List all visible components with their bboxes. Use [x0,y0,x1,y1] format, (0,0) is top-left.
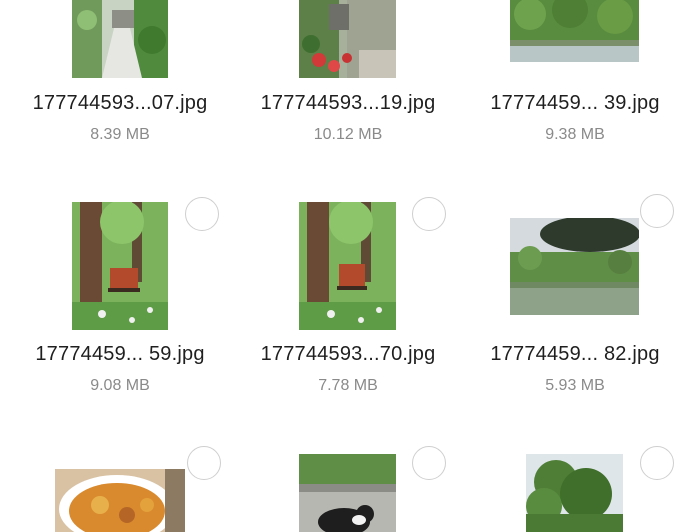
photo-thumbnail[interactable] [72,202,168,330]
photo-thumbnail[interactable] [510,0,639,62]
photo-thumbnail[interactable] [299,0,396,78]
file-size: 10.12 MB [313,126,383,143]
file-name: 17774459... 39.jpg [490,92,660,114]
file-size: 7.78 MB [318,377,378,394]
file-name: 17774459... 82.jpg [490,343,660,365]
file-name: 17774459... 59.jpg [35,343,205,365]
file-size: 9.38 MB [545,126,605,143]
photo-thumbnail[interactable] [510,218,639,315]
select-checkbox[interactable] [640,446,674,480]
photo-thumbnail[interactable] [55,469,185,532]
file-size: 8.39 MB [90,126,150,143]
photo-thumbnail[interactable] [299,202,396,330]
select-checkbox[interactable] [187,446,221,480]
select-checkbox[interactable] [412,197,446,231]
file-name: 177744593...07.jpg [32,92,208,114]
select-checkbox[interactable] [185,197,219,231]
file-size: 9.08 MB [90,377,150,394]
photo-grid: 177744593...07.jpg 8.39 MB 177744593...1… [0,0,694,532]
photo-thumbnail[interactable] [299,454,396,532]
photo-thumbnail[interactable] [526,454,623,532]
file-name: 177744593...19.jpg [260,92,436,114]
select-checkbox[interactable] [412,446,446,480]
file-name: 177744593...70.jpg [260,343,436,365]
photo-thumbnail[interactable] [72,0,168,78]
select-checkbox[interactable] [640,194,674,228]
file-size: 5.93 MB [545,377,605,394]
